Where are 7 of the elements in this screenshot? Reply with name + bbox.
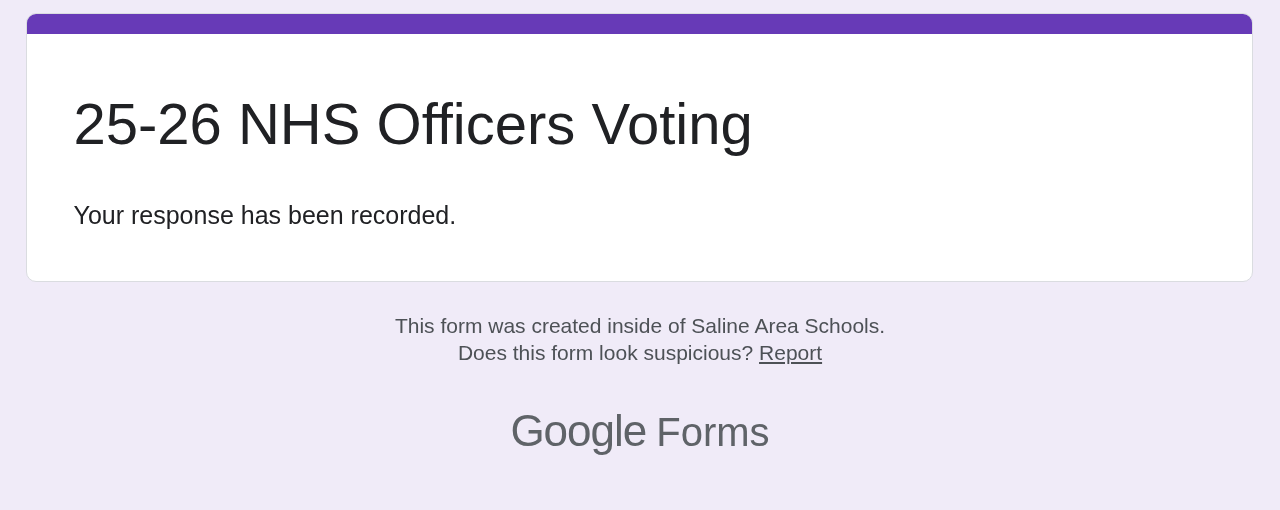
report-link[interactable]: Report [759, 341, 823, 364]
logo-brand: Google [510, 406, 647, 456]
footer-question: Does this form look suspicious? Report [457, 340, 823, 366]
logo-product: Forms [656, 409, 770, 456]
footer-notice: This form was created inside of Saline Area Schools. [394, 313, 886, 339]
confirmation-message: Your response has been recorded. [73, 200, 458, 231]
form-title: 25-26 NHS Officers Voting [73, 90, 754, 158]
